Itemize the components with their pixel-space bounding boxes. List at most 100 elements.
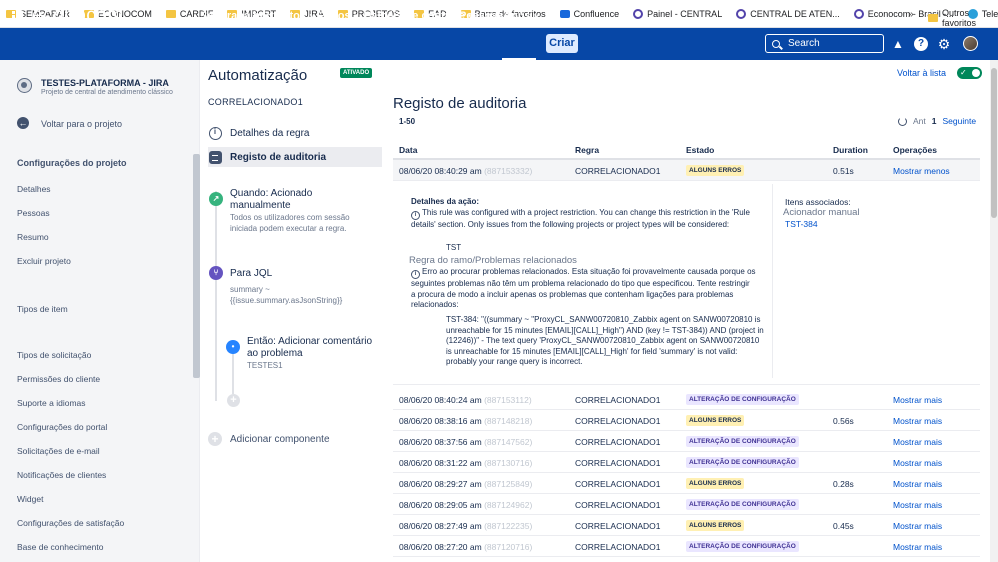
associated-issue-link[interactable]: TST-384 <box>785 219 818 229</box>
info-icon: i <box>411 270 420 279</box>
pagination: Ant 1 Seguinte <box>898 116 976 126</box>
pager-previous[interactable]: Ant <box>913 116 926 126</box>
back-to-list-link[interactable]: Voltar à lista <box>897 68 946 78</box>
table-row[interactable]: 08/06/20 08:40:29 am (887153332) CORRELAC… <box>393 160 980 181</box>
row-toggle-details-link[interactable]: Mostrar mais <box>893 500 942 510</box>
sidebar-scrollbar[interactable] <box>193 154 200 378</box>
sidebar-item[interactable]: Resumo <box>17 232 49 242</box>
restriction-message-text: This rule was configured with a project … <box>411 208 750 229</box>
row-toggle-details-link[interactable]: Mostrar mais <box>893 521 942 531</box>
sidebar-item[interactable]: Permissões do cliente <box>17 374 100 384</box>
sidebar-item[interactable]: Excluir projeto <box>17 256 71 266</box>
sidebar-item[interactable]: Notificações de clientes <box>17 470 106 480</box>
branch-icon[interactable]: ⑂ <box>209 266 223 280</box>
pager-current[interactable]: 1 <box>932 116 937 126</box>
menu-audit-log-label: Registo de auditoria <box>230 151 327 163</box>
row-toggle-details-link[interactable]: Mostrar mais <box>893 437 942 447</box>
table-row[interactable]: 08/06/20 08:38:16 am (887148218) CORRELAC… <box>393 410 980 431</box>
nav-dashboards[interactable]: Painéis de controle ∨ <box>364 10 474 22</box>
sidebar-item[interactable]: Solicitações de e-mail <box>17 446 100 456</box>
nav-projects[interactable]: Projetos ∨ <box>262 10 315 22</box>
table-row[interactable]: 08/06/20 08:31:22 am (887130716) CORRELAC… <box>393 452 980 473</box>
row-status-lozenge: ALTERAÇÃO DE CONFIGURAÇÃO <box>686 499 799 510</box>
row-duration: 0.56s <box>833 416 854 426</box>
other-bookmarks[interactable]: Outros favoritos <box>928 8 998 28</box>
row-id: (887147562) <box>484 437 533 447</box>
trigger-icon[interactable]: ↗ <box>209 192 223 206</box>
bookmarks-overflow[interactable]: » <box>908 9 914 20</box>
app-switcher-icon[interactable] <box>12 11 23 22</box>
sidebar-item[interactable]: Configurações do portal <box>17 422 107 432</box>
sidebar-item[interactable]: Widget <box>17 494 43 504</box>
sidebar-item[interactable]: Tipos de solicitação <box>17 350 91 360</box>
row-status-lozenge: ALGUNS ERROS <box>686 165 745 176</box>
rule-enabled-toggle[interactable] <box>957 67 982 79</box>
econocom-logo[interactable]: econocom <box>32 5 124 27</box>
row-toggle-details-link[interactable]: Mostrar mais <box>893 416 942 426</box>
restriction-projects: TST <box>446 243 462 252</box>
econocom-icon <box>633 8 644 19</box>
user-avatar[interactable] <box>963 36 978 51</box>
menu-rule-details[interactable]: Detalhes da regra <box>208 123 382 143</box>
row-toggle-details-link[interactable]: Mostrar mais <box>893 395 942 405</box>
add-component-button[interactable]: Adicionar componente <box>230 434 330 445</box>
table-row[interactable]: 08/06/20 08:37:56 am (887147562) CORRELAC… <box>393 431 980 452</box>
notifications-icon[interactable]: ▲ <box>891 37 905 51</box>
row-date: 08/06/20 08:29:27 am (887125849) <box>399 479 532 489</box>
search-input[interactable]: Search <box>765 34 884 53</box>
nav-apps[interactable]: Apps ∨ <box>503 10 539 22</box>
project-title[interactable]: TESTES-PLATAFORMA - JIRA <box>41 78 169 88</box>
table-row[interactable]: 08/06/20 08:40:24 am (887153112) CORRELAC… <box>393 389 980 410</box>
table-row[interactable]: 08/06/20 08:29:05 am (887124962) CORRELAC… <box>393 494 980 515</box>
create-button[interactable]: Criar <box>546 34 578 53</box>
window-scrollbar-thumb[interactable] <box>991 68 997 218</box>
add-component-icon[interactable]: + <box>208 432 222 446</box>
row-toggle-details-link[interactable]: Mostrar mais <box>893 542 942 552</box>
action-description: TESTES1 <box>247 361 283 370</box>
table-row[interactable]: 08/06/20 08:29:27 am (887125849) CORRELAC… <box>393 473 980 494</box>
bookmark-item[interactable]: Painel - CENTRAL <box>633 8 722 19</box>
sidebar-item[interactable]: Suporte a idiomas <box>17 398 86 408</box>
action-title[interactable]: Então: Adicionar comentário ao problema <box>247 336 377 360</box>
bookmark-item[interactable]: CENTRAL DE ATEN... <box>736 8 840 19</box>
sidebar-item[interactable]: Configurações de satisfação <box>17 518 124 528</box>
sidebar-item[interactable]: Base de conhecimento <box>17 542 103 552</box>
menu-audit-log[interactable]: Registo de auditoria <box>208 147 382 167</box>
trigger-title[interactable]: Quando: Acionado manualmente <box>230 188 350 212</box>
table-row[interactable]: 08/06/20 08:27:49 am (887122235) CORRELAC… <box>393 515 980 536</box>
row-duration: 0.28s <box>833 479 854 489</box>
sidebar-item[interactable]: Detalhes <box>17 184 51 194</box>
column-header-operations: Operações <box>893 145 937 155</box>
info-icon <box>209 126 222 140</box>
nav-people[interactable]: Pessoas <box>459 10 504 22</box>
help-icon[interactable]: ? <box>914 37 928 51</box>
table-row[interactable]: 08/06/20 08:27:20 am (887120716) CORRELAC… <box>393 536 980 557</box>
rule-name: CORRELACIONADO1 <box>208 97 304 107</box>
search-placeholder: Search <box>788 38 820 49</box>
nav-dashboards-label: Painéis de controle <box>364 10 465 22</box>
branch-rule-heading: Regra do ramo/Problemas relacionados <box>409 255 577 266</box>
row-id: (887125849) <box>484 479 533 489</box>
add-branch-component-icon[interactable]: + <box>227 394 240 407</box>
pager-next[interactable]: Seguinte <box>943 116 977 126</box>
branch-timeline <box>232 350 234 394</box>
bookmark-item[interactable]: Confluence <box>559 9 619 19</box>
sidebar-item[interactable]: Pessoas <box>17 208 50 218</box>
row-date-text: 08/06/20 08:27:49 am <box>399 521 482 531</box>
nav-filters[interactable]: Filtros ∨ <box>317 10 359 22</box>
row-date: 08/06/20 08:27:20 am (887120716) <box>399 542 532 552</box>
row-toggle-details-link[interactable]: Mostrar mais <box>893 458 942 468</box>
back-to-project-link[interactable]: Voltar para o projeto <box>41 119 122 129</box>
arrow-left-icon[interactable]: ← <box>17 117 29 129</box>
sidebar-item[interactable]: Tipos de item <box>17 304 68 314</box>
row-toggle-details-link[interactable]: Mostrar menos <box>893 166 950 176</box>
nav-your-work[interactable]: Seu trabalho <box>200 10 267 22</box>
row-toggle-details-link[interactable]: Mostrar mais <box>893 479 942 489</box>
project-settings-heading: Configurações do projeto <box>17 158 127 168</box>
refresh-icon[interactable] <box>898 116 907 126</box>
branch-error-message: i Erro ao procurar problemas relacionados… <box>411 267 756 311</box>
branch-title[interactable]: Para JQL <box>230 268 272 280</box>
row-date: 08/06/20 08:31:22 am (887130716) <box>399 458 532 468</box>
settings-gear-icon[interactable]: ⚙ <box>937 37 951 51</box>
action-icon[interactable]: • <box>226 340 240 354</box>
